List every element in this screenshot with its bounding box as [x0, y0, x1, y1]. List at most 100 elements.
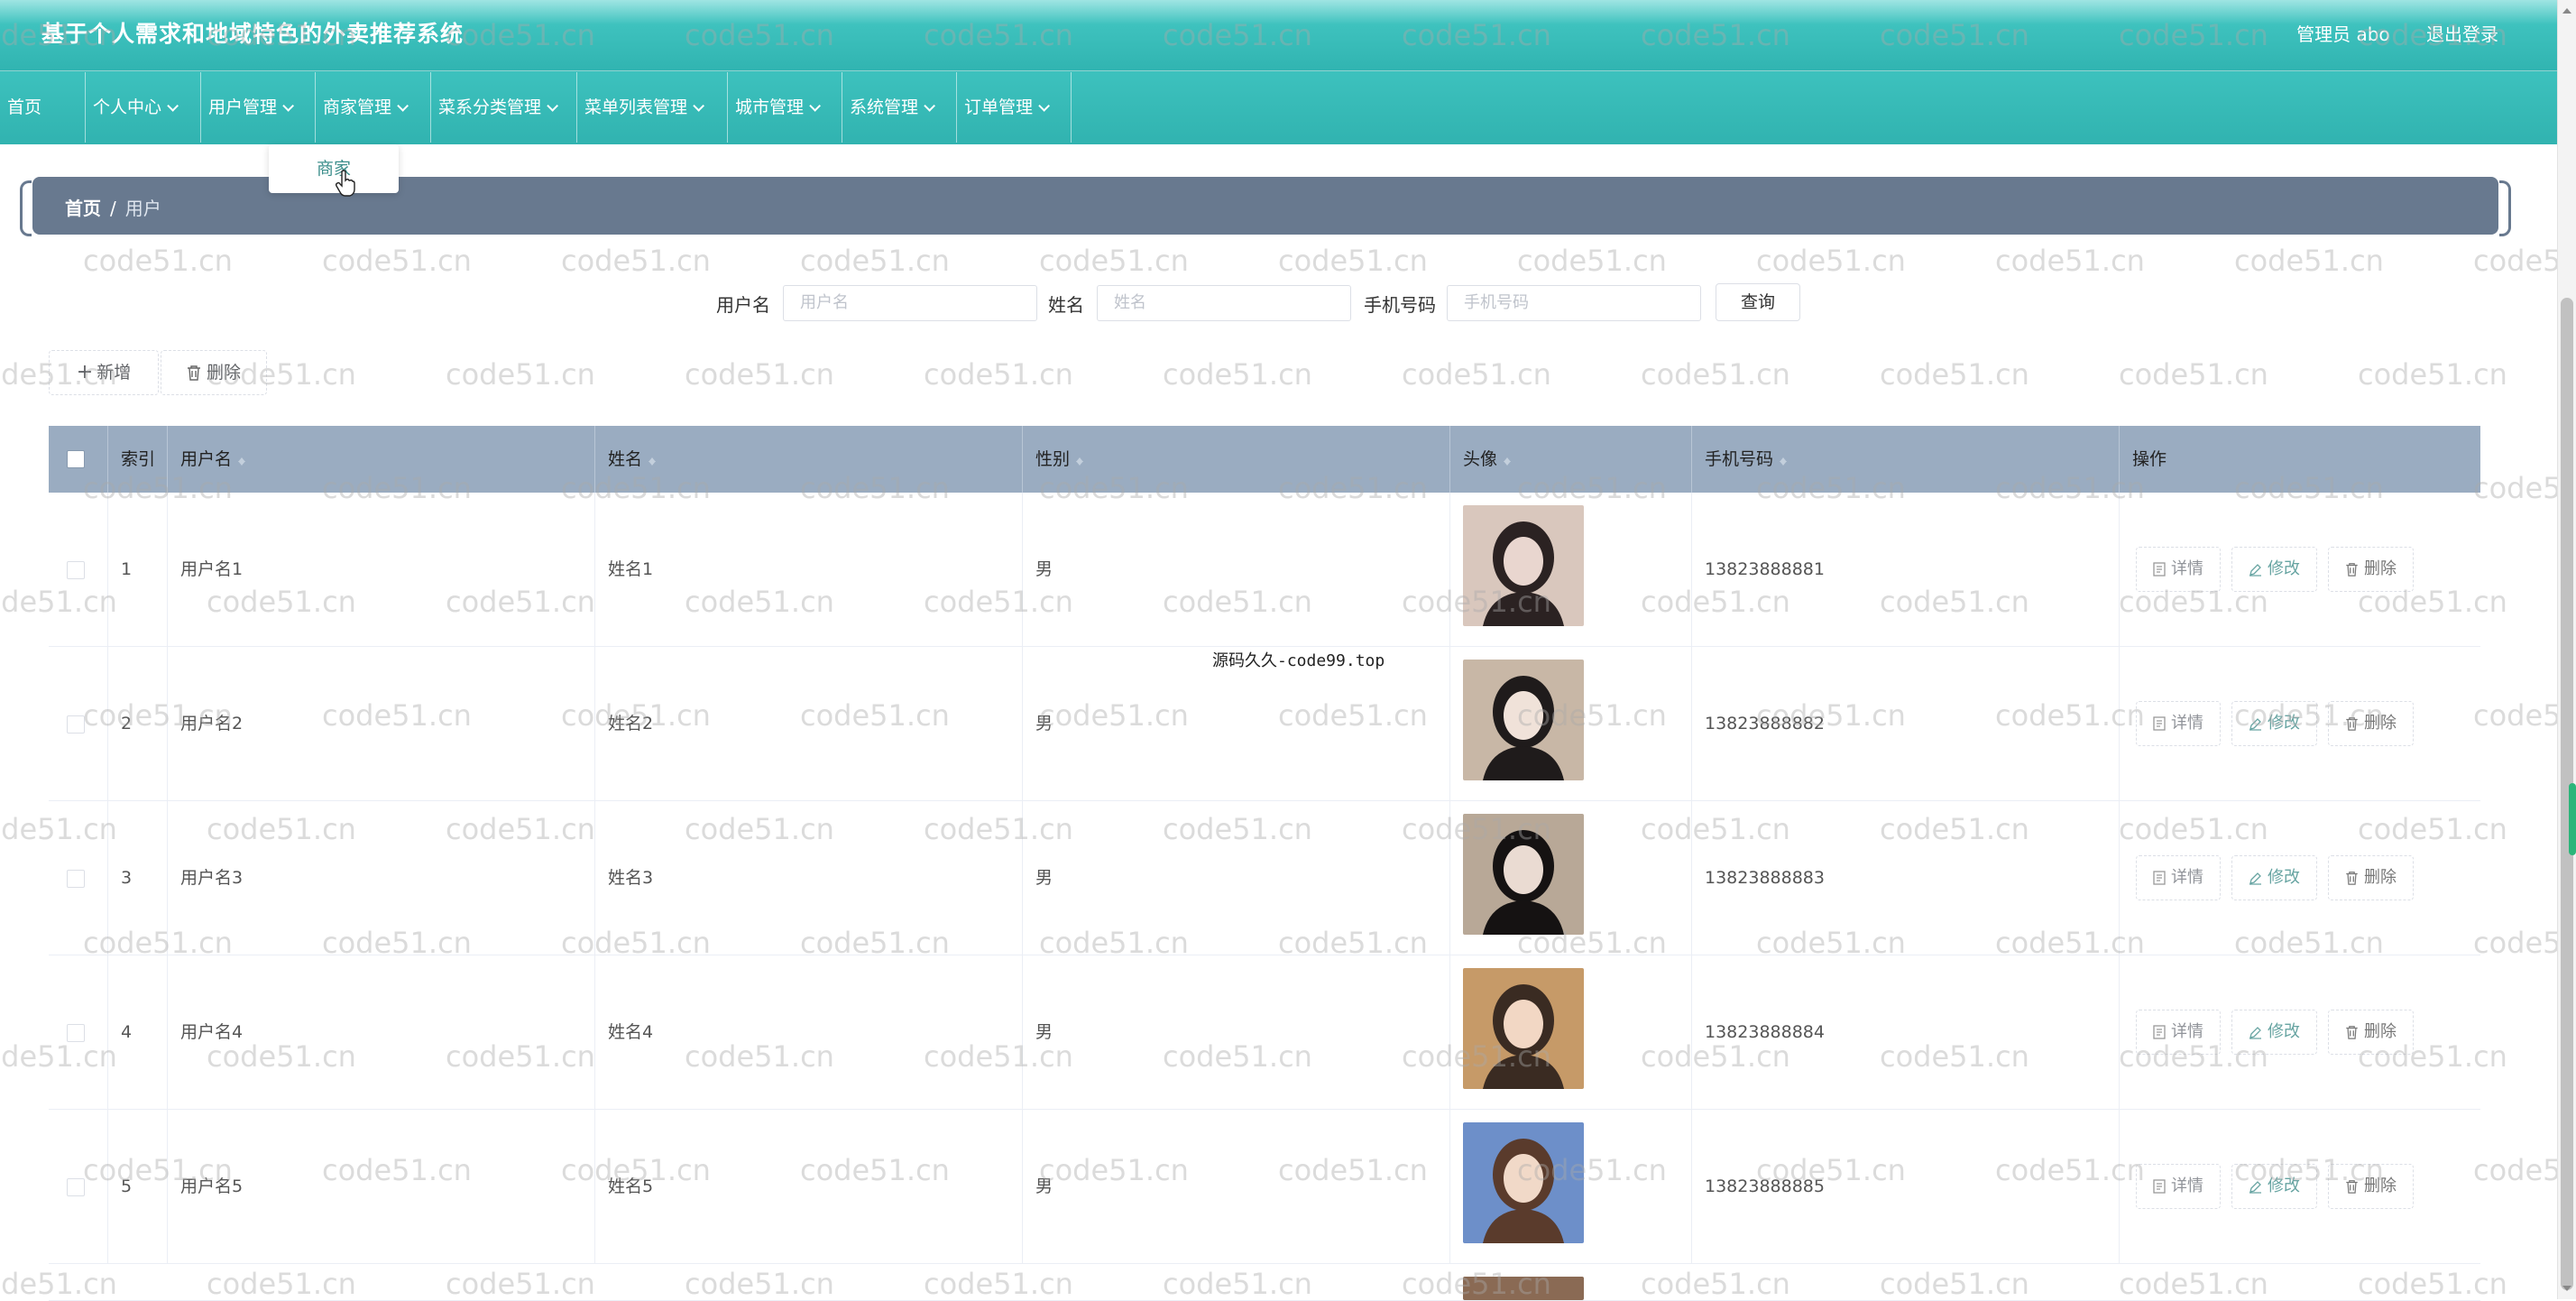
header-name[interactable]: 姓名	[595, 426, 1023, 493]
document-icon	[2153, 559, 2171, 578]
document-icon	[2153, 1022, 2171, 1041]
watermark-text: code51.cn	[1995, 244, 2145, 278]
username-search-label: 用户名	[716, 294, 770, 316]
chevron-down-icon	[167, 99, 179, 112]
row-checkbox[interactable]	[67, 1178, 85, 1196]
cell-name: 姓名4	[595, 955, 1023, 1109]
detail-button[interactable]: 详情	[2136, 1010, 2221, 1055]
name-search-input[interactable]: 姓名	[1097, 285, 1351, 321]
row-actions: 详情 修改 删除	[2136, 701, 2424, 746]
select-all-checkbox[interactable]	[67, 450, 85, 468]
scroll-down-arrow-icon[interactable]	[2562, 1286, 2571, 1296]
document-icon	[2153, 714, 2171, 733]
select-all-cell	[49, 426, 108, 493]
delete-button[interactable]: 删除	[2328, 1010, 2414, 1055]
query-button[interactable]: 查询	[1716, 283, 1800, 321]
edit-button[interactable]: 修改	[2231, 547, 2317, 592]
nav-label: 个人中心	[93, 97, 162, 117]
sort-icon[interactable]	[1779, 454, 1788, 466]
delete-button[interactable]: 删除	[2328, 855, 2414, 900]
table-row-partial	[49, 1264, 2480, 1301]
header-actions: 操作	[2120, 426, 2480, 493]
nav-item-system-management[interactable]: 系统管理	[842, 72, 957, 143]
breadcrumb-trail: 首页 / 用户	[65, 194, 161, 220]
nav-label: 订单管理	[964, 97, 1034, 117]
username-search-input[interactable]: 用户名	[783, 285, 1037, 321]
watermark-text: code51.cn	[561, 244, 711, 278]
dropdown-item-merchant[interactable]: 商家	[269, 155, 399, 180]
delete-button[interactable]: 删除	[2328, 701, 2414, 746]
delete-button[interactable]: 删除	[2328, 1164, 2414, 1209]
scroll-up-arrow-icon[interactable]	[2562, 4, 2571, 14]
delete-label: 删除	[2364, 559, 2397, 578]
pencil-icon	[2249, 714, 2268, 733]
top-bar: 基于个人需求和地域特色的外卖推荐系统 管理员 abo 退出登录	[0, 0, 2576, 71]
delete-button[interactable]: 删除	[2328, 547, 2414, 592]
cell-phone: 13823888883	[1692, 801, 2120, 955]
avatar	[1463, 968, 1584, 1089]
cell-username: 用户名3	[168, 801, 595, 955]
cell-name: 姓名5	[595, 1110, 1023, 1263]
nav-item-profile[interactable]: 个人中心	[86, 72, 201, 143]
current-user-label: 管理员 abo	[2296, 23, 2390, 45]
avatar	[1463, 660, 1584, 780]
user-table: 索引 用户名 姓名 性别 头像 手机号码 操作 1 用户名1 姓名1 男 1382388…	[49, 426, 2480, 1301]
nav-item-order-management[interactable]: 订单管理	[957, 72, 1072, 143]
sort-icon[interactable]	[1075, 454, 1084, 466]
detail-button[interactable]: 详情	[2136, 701, 2221, 746]
row-checkbox[interactable]	[67, 870, 85, 888]
edit-button[interactable]: 修改	[2231, 1164, 2317, 1209]
table-row: 3 用户名3 姓名3 男 13823888883 详情 修改 删除	[49, 801, 2480, 955]
document-icon	[2153, 868, 2171, 887]
nav-item-city-management[interactable]: 城市管理	[728, 72, 842, 143]
cell-name: 姓名2	[595, 647, 1023, 800]
sort-icon[interactable]	[1503, 454, 1512, 466]
trash-icon	[2345, 868, 2364, 887]
header-gender[interactable]: 性别	[1023, 426, 1450, 493]
header-username[interactable]: 用户名	[168, 426, 595, 493]
row-checkbox[interactable]	[67, 715, 85, 734]
table-row: 1 用户名1 姓名1 男 13823888881 详情 修改 删除	[49, 493, 2480, 647]
watermark-text: code51.cn	[1880, 357, 2029, 392]
nav-item-home[interactable]: 首页	[0, 72, 86, 143]
nav-item-cuisine-category[interactable]: 菜系分类管理	[431, 72, 577, 143]
breadcrumb-home[interactable]: 首页	[65, 198, 101, 219]
batch-delete-label: 删除	[206, 363, 241, 383]
breadcrumb-separator: /	[110, 198, 116, 219]
trash-icon	[2345, 714, 2364, 733]
side-indicator	[2569, 783, 2576, 855]
detail-button[interactable]: 详情	[2136, 547, 2221, 592]
cell-phone: 13823888885	[1692, 1110, 2120, 1263]
row-checkbox[interactable]	[67, 1024, 85, 1042]
edit-button[interactable]: 修改	[2231, 855, 2317, 900]
watermark-text: code51.cn	[924, 357, 1073, 392]
logout-link[interactable]: 退出登录	[2426, 23, 2498, 45]
nav-label: 系统管理	[850, 97, 919, 117]
delete-label: 删除	[2364, 714, 2397, 733]
row-checkbox[interactable]	[67, 561, 85, 579]
nav-item-merchant-management[interactable]: 商家管理	[316, 72, 431, 143]
add-button[interactable]: + 新增	[49, 350, 159, 395]
chevron-down-icon	[924, 99, 936, 112]
edit-button[interactable]: 修改	[2231, 1010, 2317, 1055]
nav-label: 菜系分类管理	[438, 97, 542, 117]
watermark-text: code51.cn	[800, 244, 950, 278]
app-header: 基于个人需求和地域特色的外卖推荐系统 管理员 abo 退出登录 首页 个人中心 …	[0, 0, 2576, 144]
page-scrollbar[interactable]	[2557, 0, 2576, 1299]
cell-username: 用户名5	[168, 1110, 595, 1263]
avatar	[1463, 1277, 1584, 1300]
nav-item-menu-list[interactable]: 菜单列表管理	[577, 72, 728, 143]
sort-icon[interactable]	[648, 454, 657, 466]
nav-item-user-management[interactable]: 用户管理	[201, 72, 316, 143]
detail-button[interactable]: 详情	[2136, 1164, 2221, 1209]
sort-icon[interactable]	[237, 454, 246, 466]
delete-label: 删除	[2364, 868, 2397, 887]
phone-search-input[interactable]: 手机号码	[1447, 285, 1701, 321]
detail-label: 详情	[2171, 1176, 2203, 1195]
detail-button[interactable]: 详情	[2136, 855, 2221, 900]
batch-delete-button[interactable]: 删除	[161, 350, 267, 395]
nav-label: 菜单列表管理	[584, 97, 688, 117]
edit-button[interactable]: 修改	[2231, 701, 2317, 746]
header-avatar[interactable]: 头像	[1450, 426, 1692, 493]
header-phone[interactable]: 手机号码	[1692, 426, 2120, 493]
